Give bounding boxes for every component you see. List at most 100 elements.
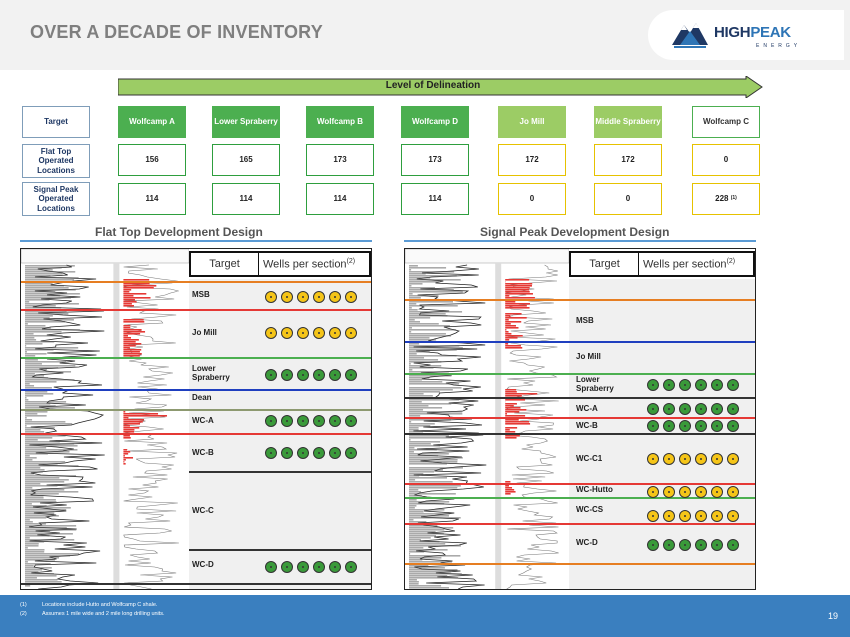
well-marker	[265, 447, 277, 459]
well-marker	[281, 369, 293, 381]
well-marker	[265, 291, 277, 303]
signal-peak-col-target: Target	[571, 253, 639, 275]
signal-peak-col-wells: Wells per section(2)	[643, 257, 736, 271]
well-marker	[663, 420, 675, 432]
well-marker	[695, 379, 707, 391]
well-marker	[313, 291, 325, 303]
well-marker	[711, 420, 723, 432]
well-marker	[695, 486, 707, 498]
target-lower-spraberry: Lower Spraberry	[212, 106, 280, 138]
well-marker	[281, 561, 293, 573]
signal-peak-zone-wc-b: WC-B	[576, 421, 598, 430]
flat-top-line-black-2	[189, 549, 371, 551]
footnote-1: (1) Locations include Hutto and Wolfcamp …	[20, 602, 158, 608]
signal-peak-zone-lower-spraberry: Lower Spraberry	[576, 375, 614, 393]
target-jo-mill: Jo Mill	[498, 106, 566, 138]
flat-top-lower-spraberry: 165	[212, 144, 280, 176]
well-marker	[647, 403, 659, 415]
well-marker	[345, 369, 357, 381]
well-marker	[711, 539, 723, 551]
well-marker	[647, 420, 659, 432]
well-marker	[265, 561, 277, 573]
row-label-flat-top: Flat Top Operated Locations	[22, 144, 90, 178]
well-marker	[313, 447, 325, 459]
logo-wordmark: HIGHPEAK	[714, 24, 791, 41]
flat-top-wc-d-wells	[265, 561, 357, 573]
well-marker	[663, 510, 675, 522]
flat-top-line-black-3	[21, 583, 371, 585]
well-marker	[265, 327, 277, 339]
signal-peak-underline	[404, 240, 756, 242]
signal-peak-zone-wc-c1: WC-C1	[576, 454, 603, 463]
signal-peak-zone-jo-mill: Jo Mill	[576, 352, 601, 361]
well-marker	[727, 486, 739, 498]
signal-peak-line-orange	[405, 299, 755, 301]
well-marker	[711, 379, 723, 391]
well-marker	[265, 369, 277, 381]
well-marker	[695, 403, 707, 415]
well-marker	[663, 403, 675, 415]
flat-top-wolfcamp-a: 156	[118, 144, 186, 176]
well-marker	[711, 403, 723, 415]
target-wolfcamp-a: Wolfcamp A	[118, 106, 186, 138]
well-marker	[265, 415, 277, 427]
well-marker	[345, 415, 357, 427]
well-marker	[679, 510, 691, 522]
well-marker	[297, 369, 309, 381]
flat-top-zone-wc-c: WC-C	[192, 506, 214, 515]
signal-peak-lower-spraberry-wells	[647, 379, 739, 391]
well-marker	[647, 539, 659, 551]
signal-peak-wc-cs-wells	[647, 510, 739, 522]
target-wolfcamp-d: Wolfcamp D	[401, 106, 469, 138]
well-marker	[329, 415, 341, 427]
well-marker	[297, 415, 309, 427]
well-marker	[313, 415, 325, 427]
well-marker	[727, 420, 739, 432]
signal-peak-zone-wc-hutto: WC-Hutto	[576, 485, 613, 494]
well-marker	[663, 453, 675, 465]
signal-peak-line-red-3	[405, 523, 755, 525]
signal-peak-zone-wc-cs: WC-CS	[576, 505, 604, 514]
well-marker	[679, 486, 691, 498]
flat-top-panel: Target Wells per section(2) MSB Jo Mill …	[20, 248, 372, 590]
flat-top-msb-wells	[265, 291, 357, 303]
signal-peak-line-black-2	[405, 433, 755, 435]
well-marker	[695, 539, 707, 551]
header-bar: OVER A DECADE OF INVENTORY HIGHPEAK ENER…	[0, 0, 850, 70]
flat-top-zone-jo-mill: Jo Mill	[192, 328, 217, 337]
signal-peak-zone-wc-a: WC-A	[576, 404, 598, 413]
flat-top-zone-lower-spraberry: Lower Spraberry	[192, 364, 230, 382]
flat-top-well-log	[21, 249, 189, 589]
well-marker	[727, 510, 739, 522]
well-marker	[727, 539, 739, 551]
signal-peak-wolfcamp-c: 228 (1)	[692, 183, 760, 215]
flat-top-line-black-1	[189, 471, 371, 473]
well-marker	[313, 369, 325, 381]
signal-peak-wc-a-wells	[647, 403, 739, 415]
flat-top-wolfcamp-d: 173	[401, 144, 469, 176]
signal-peak-wolfcamp-a: 114	[118, 183, 186, 215]
flat-top-wolfcamp-b: 173	[306, 144, 374, 176]
target-middle-spraberry: Middle Spraberry	[594, 106, 662, 138]
well-marker	[297, 447, 309, 459]
flat-top-wc-b-wells	[265, 447, 357, 459]
well-marker	[345, 291, 357, 303]
flat-top-line-red-2	[21, 433, 371, 435]
well-marker	[329, 291, 341, 303]
flat-top-table-header: Target Wells per section(2)	[189, 251, 371, 277]
company-logo: HIGHPEAK ENERGY	[648, 10, 844, 60]
well-marker	[727, 403, 739, 415]
flat-top-zone-msb: MSB	[192, 290, 210, 299]
well-marker	[313, 561, 325, 573]
well-marker	[679, 420, 691, 432]
flat-top-line-green	[21, 357, 371, 359]
well-marker	[711, 486, 723, 498]
well-marker	[695, 453, 707, 465]
signal-peak-wolfcamp-d: 114	[401, 183, 469, 215]
well-marker	[297, 561, 309, 573]
well-marker	[345, 561, 357, 573]
target-wolfcamp-b: Wolfcamp B	[306, 106, 374, 138]
signal-peak-wc-b-wells	[647, 420, 739, 432]
flat-top-wc-a-wells	[265, 415, 357, 427]
flat-top-line-red-1	[21, 309, 371, 311]
